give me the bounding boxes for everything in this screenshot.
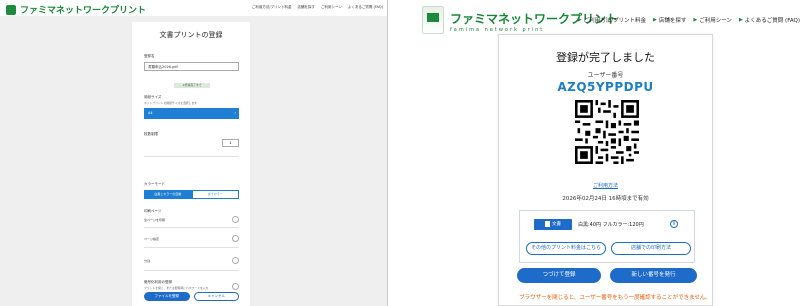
paper-select[interactable]: A4 › [144,108,239,119]
nav-stores[interactable]: ▶ 店舗を探す [653,16,686,24]
left-logo[interactable]: ファミマネットワークプリント [6,3,146,16]
color-full-option[interactable]: 全てカラー [191,190,239,199]
arrow-right-icon: ▶ [652,17,657,23]
divider [144,247,239,248]
howto-link[interactable]: ご利用方法 [499,182,712,189]
paper-hint: ネットプリントの用紙サイズを選択します [144,101,198,105]
right-panel: ファミマネットワークプリント famima network print ▶ ご利用… [410,0,800,306]
chevron-down-icon: › [234,110,236,115]
option-split-toggle[interactable] [232,257,239,264]
left-panel: ファミマネットワークプリント ご利用方法/プリント料金 店舗を探す ご利用シーン… [0,0,388,306]
color-label: カラーモード [144,182,165,186]
other-price-button[interactable]: その他のプリント料金はこちら [526,242,606,255]
option-range-label: ページ指定 [144,237,159,241]
nav-faq[interactable]: ▶ よくあるご質問 (FAQ) [739,16,800,24]
nav-faq[interactable]: よくあるご質問 (FAQ) [348,5,383,10]
nav-stores-label: 店舗を探す [658,18,687,24]
nav-howto[interactable]: ご利用方法/プリント料金 [252,5,292,10]
user-number-label: ユーザー番号 [587,72,624,79]
logo-subtext: famima network print [450,26,545,33]
nav-scenes[interactable]: ▶ ご利用シーン [693,16,732,24]
price-box: 文書 白黒:40円 フルカラー:120円 i その他のプリント料金はこちら 店舗… [519,210,695,263]
divider [144,270,239,271]
nav-howto[interactable]: ▶ ご利用方法/プリント料金 [578,16,646,24]
notice-tag: ※登録完了まで [174,83,210,88]
color-toggle: 白黒とカラーの自動 全てカラー [144,190,239,199]
copies-stepper[interactable]: 1 [222,139,239,147]
left-header: ファミマネットワークプリント ご利用方法/プリント料金 店舗を探す ご利用シーン… [0,0,387,16]
file-label: 登録名 [144,54,155,58]
logo-text: ファミマネットワークプリント [20,6,147,16]
nav-howto-label: ご利用方法/プリント料金 [583,18,646,24]
privacy-hint: プリントを開く、または閲覧時にパスワードを入力 [144,286,209,290]
option-split-label: 分割 [144,259,151,263]
page-label: 印刷ページ [144,209,162,213]
nav-stores[interactable]: 店舗を探す [298,5,316,10]
doc-type-badge: 文書 [534,219,572,230]
new-number-button[interactable]: 新しい番号を発行 [610,268,697,283]
store-howto-button[interactable]: 店舗での印刷方法 [611,242,691,255]
right-nav: ▶ ご利用方法/プリント料金 ▶ 店舗を探す ▶ ご利用シーン ▶ よくあるご質問 (F… [578,16,800,24]
info-icon[interactable]: i [670,220,678,228]
paper-value: A4 [148,111,153,115]
completion-title: 登録が完了しました [556,51,655,64]
document-icon [545,220,550,227]
price-text: 白黒:40円 フルカラー:120円 [578,222,644,228]
nav-scenes[interactable]: ご利用シーン [321,5,342,10]
left-nav: ご利用方法/プリント料金 店舗を探す ご利用シーン よくあるご質問 (FAQ) [252,5,383,10]
color-auto-option[interactable]: 白黒とカラーの自動 [144,190,192,199]
doc-type-label: 文書 [552,222,561,227]
right-header: ファミマネットワークプリント famima network print ▶ ご利用… [410,0,800,38]
logo-icon [6,4,16,15]
arrow-right-icon: ▶ [693,17,698,23]
nav-faq-label: よくあるご質問 (FAQ) [744,18,800,24]
warning-text: ブラウザーを閉じると、ユーザー番号をもう一度確認することができません。 [519,295,711,301]
form-title: 文書プリントの登録 [159,31,223,39]
privacy-label: 暗号化利用の登録 [144,280,172,284]
copies-label: 枚数制限 [144,132,158,136]
arrow-right-icon: ▶ [577,17,582,23]
cancel-button[interactable]: キャンセル [193,292,239,301]
file-input[interactable]: 書類申込2026.pdf [144,62,239,71]
privacy-toggle[interactable] [232,283,239,290]
paper-label: 用紙サイズ [144,95,162,99]
continue-register-button[interactable]: つづけて登録 [517,268,601,283]
option-all-toggle[interactable] [232,216,239,223]
form-buttons: ファイルを登録 キャンセル [144,292,239,301]
qr-code-icon [575,100,639,164]
user-number: AZQ5YPPDPU [557,80,654,94]
expiry-text: 2026年02月24日 16時頃まで有効 [562,196,649,202]
option-range-toggle[interactable] [232,235,239,242]
divider [144,227,239,228]
nav-scenes-label: ご利用シーン [699,18,732,24]
arrow-right-icon: ▶ [738,17,743,23]
submit-button[interactable]: ファイルを登録 [144,292,190,301]
register-form: 文書プリントの登録 登録名 書類申込2026.pdf ※登録完了まで 用紙サイズ… [132,22,250,306]
option-all-label: 全ページを印刷 [144,218,165,222]
completion-card: 登録が完了しました ユーザー番号 AZQ5YPPDPU ご利用方法 2026年0… [498,34,713,306]
printer-icon [422,6,444,34]
divider [144,156,239,157]
